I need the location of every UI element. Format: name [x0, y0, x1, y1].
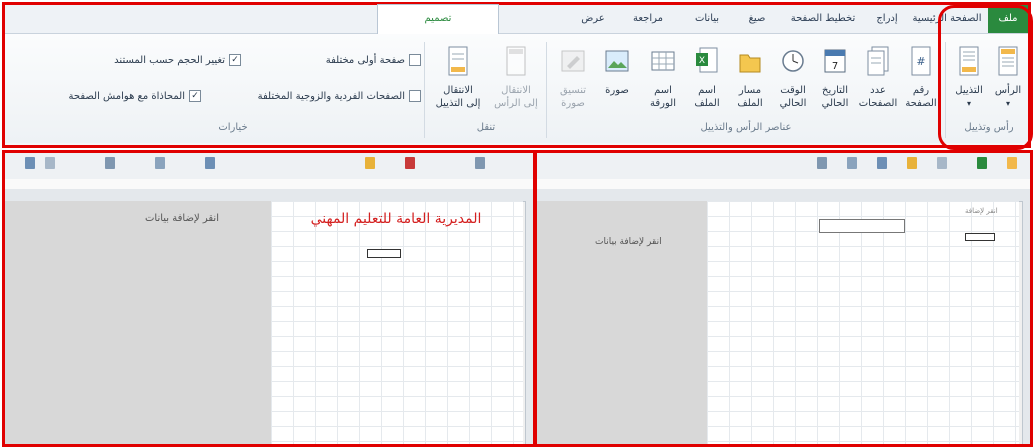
selected-cell[interactable]	[367, 249, 401, 258]
svg-text:X: X	[699, 56, 705, 66]
scale-with-document-checkbox[interactable]: ✓تغيير الحجم حسب المستند	[45, 54, 241, 66]
checkbox-unchecked[interactable]	[409, 54, 421, 66]
sheet-page: المديرية العامة للتعليم المهني	[271, 201, 523, 444]
mini-ribbon-icon	[365, 157, 375, 169]
mini-ribbon-icon	[475, 157, 485, 169]
mini-ribbon	[537, 153, 1030, 180]
mini-ribbon-icon	[977, 157, 987, 169]
tab-view[interactable]: عرض	[571, 5, 615, 33]
format-picture-icon	[561, 50, 585, 72]
page-count-icon	[867, 46, 889, 76]
clock-icon	[782, 50, 804, 72]
row-headers	[525, 201, 533, 444]
page-count-button[interactable]: عدد الصفحات	[857, 46, 899, 110]
mini-ribbon-icon	[155, 157, 165, 169]
group-label-navigation: تنقل	[476, 122, 496, 133]
mini-ribbon-icon	[25, 157, 35, 169]
mini-ribbon-icon	[877, 157, 887, 169]
svg-text:7: 7	[832, 61, 838, 72]
svg-text:#: #	[916, 55, 925, 68]
tab-formulas[interactable]: صيغ	[737, 5, 777, 33]
group-separator	[424, 42, 425, 138]
format-picture-button[interactable]: تنسيق صورة	[551, 46, 595, 110]
selected-cell[interactable]	[965, 233, 995, 241]
group-label-elements: عناصر الرأس والتذييل	[700, 122, 792, 133]
add-data-hint[interactable]: انقر لإضافة بيانات	[595, 237, 662, 247]
sheet-grid-icon	[651, 51, 675, 71]
page-number-icon: #	[911, 46, 931, 76]
different-odd-even-checkbox[interactable]: الصفحات الفردية والزوجية المختلفة	[205, 90, 421, 102]
group-label-options: خيارات	[218, 122, 248, 133]
tab-design[interactable]: تصميم	[377, 4, 499, 35]
row-headers	[1022, 201, 1030, 444]
add-data-hint[interactable]: انقر لإضافة بيانات	[145, 213, 219, 224]
mini-ribbon-icon	[847, 157, 857, 169]
tab-data[interactable]: بيانات	[683, 5, 731, 33]
mini-ribbon-icon	[105, 157, 115, 169]
mini-ribbon-icon	[937, 157, 947, 169]
go-to-footer-button[interactable]: الانتقال إلى التذييل	[429, 46, 487, 110]
tab-review[interactable]: مراجعة	[619, 5, 677, 33]
current-date-button[interactable]: 7 التاريخ الحالي	[815, 46, 855, 110]
tab-insert[interactable]: إدراج	[867, 5, 907, 33]
right-screenshot-panel: انقر لإضافة بيانات انقر لإضافة	[534, 150, 1033, 447]
sheet-heading: المديرية العامة للتعليم المهني	[310, 211, 482, 227]
checkbox-unchecked[interactable]	[409, 90, 421, 102]
different-first-page-checkbox[interactable]: صفحة أولى مختلفة	[245, 54, 421, 66]
current-time-button[interactable]: الوقت الحالي	[773, 46, 813, 110]
sheet-page: انقر لإضافة	[707, 201, 1019, 444]
excel-file-icon: X	[696, 47, 718, 73]
mini-ribbon-icon	[907, 157, 917, 169]
mini-ribbon-icon	[817, 157, 827, 169]
header-hint[interactable]: انقر لإضافة	[965, 207, 998, 215]
sheet-name-button[interactable]: اسم الورقة	[641, 46, 685, 110]
left-screenshot-panel: انقر لإضافة بيانات المديرية العامة للتعل…	[2, 150, 536, 447]
checkbox-checked[interactable]: ✓	[189, 90, 201, 102]
picture-button[interactable]: صورة	[597, 46, 637, 97]
go-to-footer-icon	[448, 46, 468, 76]
sheet-grey-area: انقر لإضافة بيانات	[5, 201, 271, 444]
picture-icon	[605, 50, 629, 72]
mini-ribbon-icon	[205, 157, 215, 169]
mini-ribbon-icon	[1007, 157, 1017, 169]
ribbon-tab-bar: ملف الصفحة الرئيسية إدراج تخطيط الصفحة ص…	[5, 4, 1028, 35]
header-section-box[interactable]	[819, 219, 905, 233]
ribbon-body: الرأس ▾ التذييل ▾ رأس وتذييل # رقم الصفحة…	[5, 34, 1028, 143]
go-to-header-button[interactable]: الانتقال إلى الرأس	[489, 46, 543, 110]
page-number-button[interactable]: # رقم الصفحة	[901, 46, 941, 110]
header-footer-highlight	[938, 5, 1033, 150]
mini-ribbon-icon	[405, 157, 415, 169]
go-to-header-icon	[506, 46, 526, 76]
sheet-grey-area: انقر لإضافة بيانات	[537, 201, 707, 444]
checkbox-checked[interactable]: ✓	[229, 54, 241, 66]
file-path-button[interactable]: مسار الملف	[729, 46, 771, 110]
calendar-icon: 7	[824, 49, 846, 73]
file-name-button[interactable]: X اسم الملف	[687, 46, 727, 110]
align-with-margins-checkbox[interactable]: ✓المحاذاة مع هوامش الصفحة	[45, 90, 201, 102]
tab-page-layout[interactable]: تخطيط الصفحة	[783, 5, 863, 33]
mini-ribbon	[5, 153, 533, 180]
mini-ribbon-icon	[45, 157, 55, 169]
group-separator	[546, 42, 547, 138]
folder-icon	[739, 54, 761, 73]
